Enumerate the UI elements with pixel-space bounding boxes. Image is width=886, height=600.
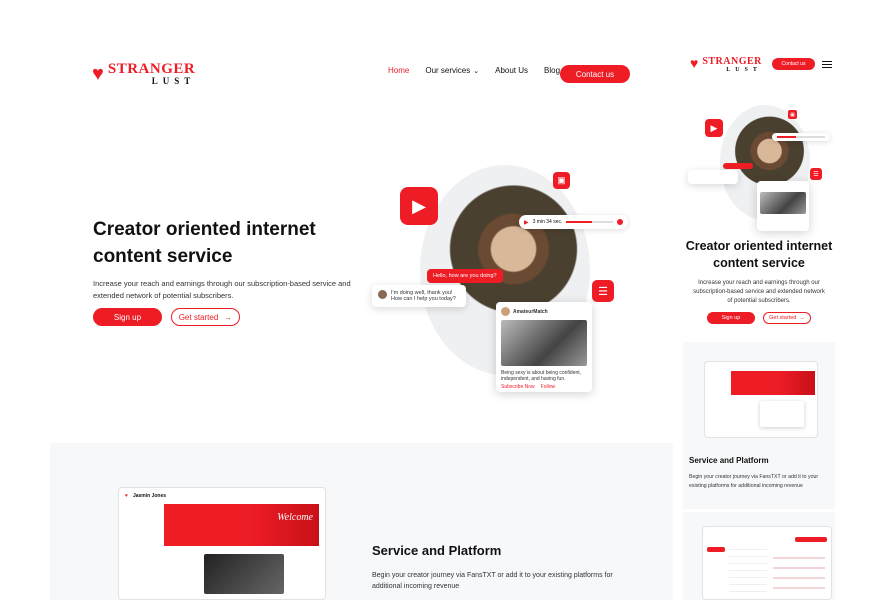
mobile-get-started-label: Get started (769, 315, 797, 321)
mobile-audio-progress (777, 136, 825, 138)
brand-line1: STRANGER (107, 61, 196, 77)
mobile-contact-button[interactable]: Contact us (772, 58, 815, 70)
mobile-chat-question (723, 163, 753, 169)
main-nav: Home Our services ⌄ About Us Blog (388, 66, 560, 75)
sliders-icon: ☰ (592, 280, 614, 302)
video-icon: ▶ (400, 187, 438, 225)
mobile-platform-mockup (704, 361, 818, 438)
nav-blog[interactable]: Blog (544, 66, 560, 75)
card-user: AmateurMatch (513, 308, 548, 315)
mobile-signup-button[interactable]: Sign up (707, 312, 755, 324)
service-title: Service and Platform (372, 543, 502, 558)
play-icon[interactable]: ▶ (524, 219, 529, 226)
mobile-chat-mock-sidebar (707, 547, 725, 552)
image-icon: ▣ (553, 172, 570, 189)
nav-services-label: Our services (425, 66, 471, 75)
avatar (501, 307, 510, 316)
mock-post (204, 554, 284, 594)
heart-logo-icon: ♥ (92, 62, 104, 85)
mobile-service-subtitle: Begin your creator journey via FansTXT o… (689, 474, 819, 489)
arrow-right-icon: → (224, 312, 233, 322)
video-icon: ▶ (705, 119, 723, 137)
mobile-mock-banner (731, 371, 815, 395)
hero-subtitle: Increase your reach and earnings through… (93, 279, 351, 300)
platform-mockup: ♥ Jasmin Jones Welcome (118, 487, 326, 600)
mobile-chat-mock-list (729, 543, 767, 595)
hero-title: Creator oriented internet content servic… (93, 219, 316, 267)
audio-player[interactable]: ▶ 3 min 34 sec. (519, 215, 628, 229)
chat-answer-text: I'm doing well, thank you! How can I hel… (391, 290, 456, 302)
mobile-audio-player[interactable] (772, 133, 830, 141)
post-card[interactable]: AmateurMatch Being sexy is about being c… (496, 302, 592, 392)
mobile-get-started-button[interactable]: Get started → (763, 312, 811, 324)
nav-services[interactable]: Our services ⌄ (425, 66, 479, 75)
brand-line2: LUST (151, 76, 196, 86)
post-image (501, 320, 587, 366)
signup-button[interactable]: Sign up (93, 308, 162, 326)
mock-welcome: Welcome (277, 512, 313, 523)
audio-end-dot (617, 219, 623, 225)
audio-time: 3 min 34 sec. (532, 219, 563, 225)
nav-home[interactable]: Home (388, 66, 409, 75)
contact-button[interactable]: Contact us (560, 65, 630, 83)
arrow-right-icon: → (799, 315, 805, 321)
mock-logo: ♥ (125, 493, 128, 499)
mobile-chat-mock-msgs (773, 549, 825, 595)
card-link-subscribe[interactable]: Subscribe Now (501, 384, 535, 390)
mobile-post-image (760, 192, 806, 214)
sliders-icon: ☰ (810, 168, 822, 180)
mobile-brand-line1: STRANGER (702, 56, 762, 67)
chevron-down-icon: ⌄ (473, 67, 480, 75)
mobile-service-title: Service and Platform (689, 456, 769, 465)
service-subtitle: Begin your creator journey via FansTXT o… (372, 572, 613, 590)
mobile-brand-logo[interactable]: ♥ STRANGER LUST (690, 56, 762, 74)
hamburger-icon[interactable] (822, 61, 832, 68)
mobile-mock-chat (760, 401, 804, 427)
mobile-post-card (757, 181, 809, 231)
mock-user: Jasmin Jones (132, 493, 167, 499)
nav-about[interactable]: About Us (495, 66, 528, 75)
mobile-hero-title: Creator oriented internet content servic… (685, 239, 833, 270)
mobile-chat-answer (688, 170, 738, 184)
brand-logo[interactable]: ♥ STRANGER LUST (92, 62, 195, 86)
mock-banner: Welcome (164, 504, 319, 546)
mobile-chat-mockup (702, 526, 832, 600)
image-icon: ▣ (788, 110, 797, 119)
chat-bubble-answer: I'm doing well, thank you! How can I hel… (372, 285, 466, 307)
get-started-label: Get started (178, 312, 219, 322)
avatar (378, 290, 387, 299)
mobile-chat-mock-header (795, 537, 827, 542)
card-link-follow[interactable]: Follow (541, 384, 555, 390)
get-started-button[interactable]: Get started → (171, 308, 240, 326)
audio-progress[interactable] (566, 221, 613, 223)
mobile-hero-subtitle: Increase your reach and earnings through… (693, 280, 825, 304)
chat-bubble-question: Hello, how are you doing? (427, 269, 503, 283)
mobile-brand-line2: LUST (726, 67, 762, 73)
heart-logo-icon: ♥ (690, 57, 699, 72)
card-text: Being sexy is about being confident, ind… (501, 370, 582, 382)
